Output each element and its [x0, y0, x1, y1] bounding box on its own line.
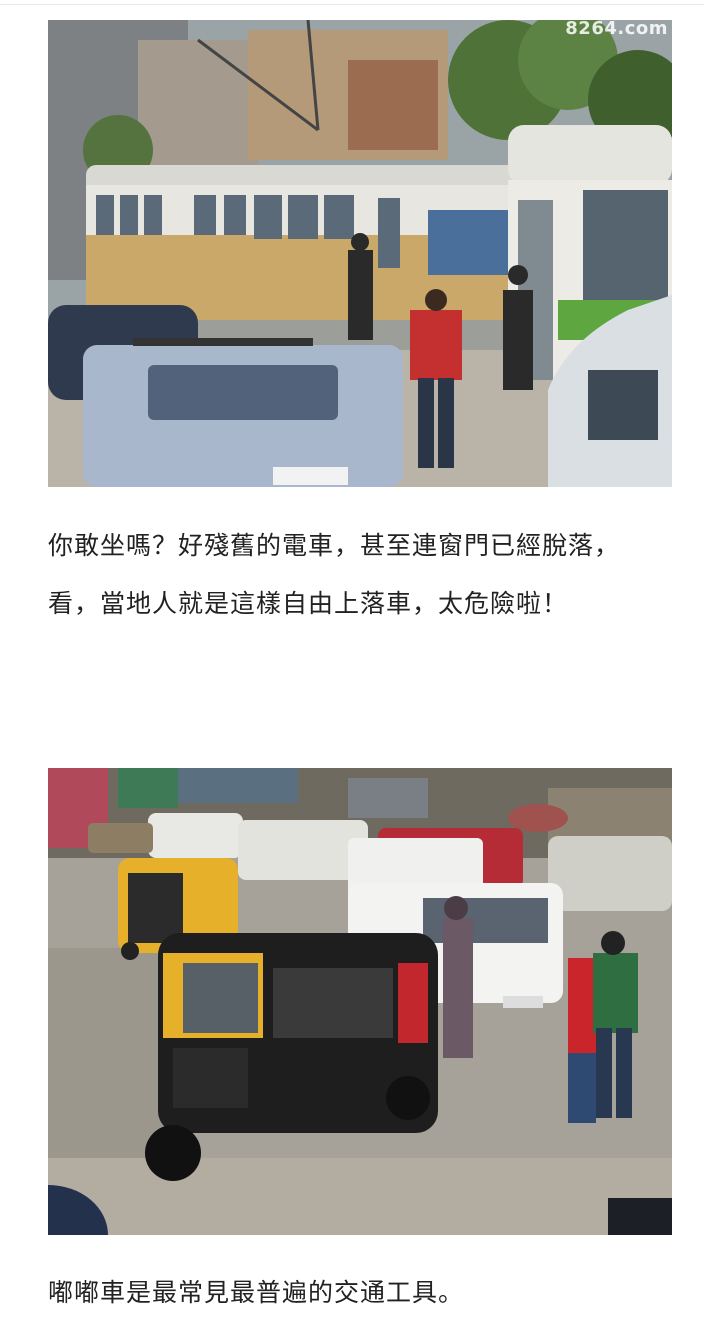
tuktuk-photo-illustration — [48, 768, 672, 1235]
article-photo-tram[interactable]: 8264.com — [48, 20, 672, 487]
article-photo-tuktuk[interactable] — [48, 768, 672, 1235]
top-divider — [0, 4, 704, 5]
tram-caption: 你敢坐嗎？好殘舊的電車，甚至連窗門已經脫落，看，當地人就是這樣自由上落車，太危險… — [48, 531, 621, 618]
tram-photo-illustration — [48, 20, 672, 487]
watermark-text: 8264.com — [565, 20, 668, 39]
tuktuk-caption: 嘟嘟車是最常見最普遍的交通工具。 — [48, 1278, 465, 1307]
